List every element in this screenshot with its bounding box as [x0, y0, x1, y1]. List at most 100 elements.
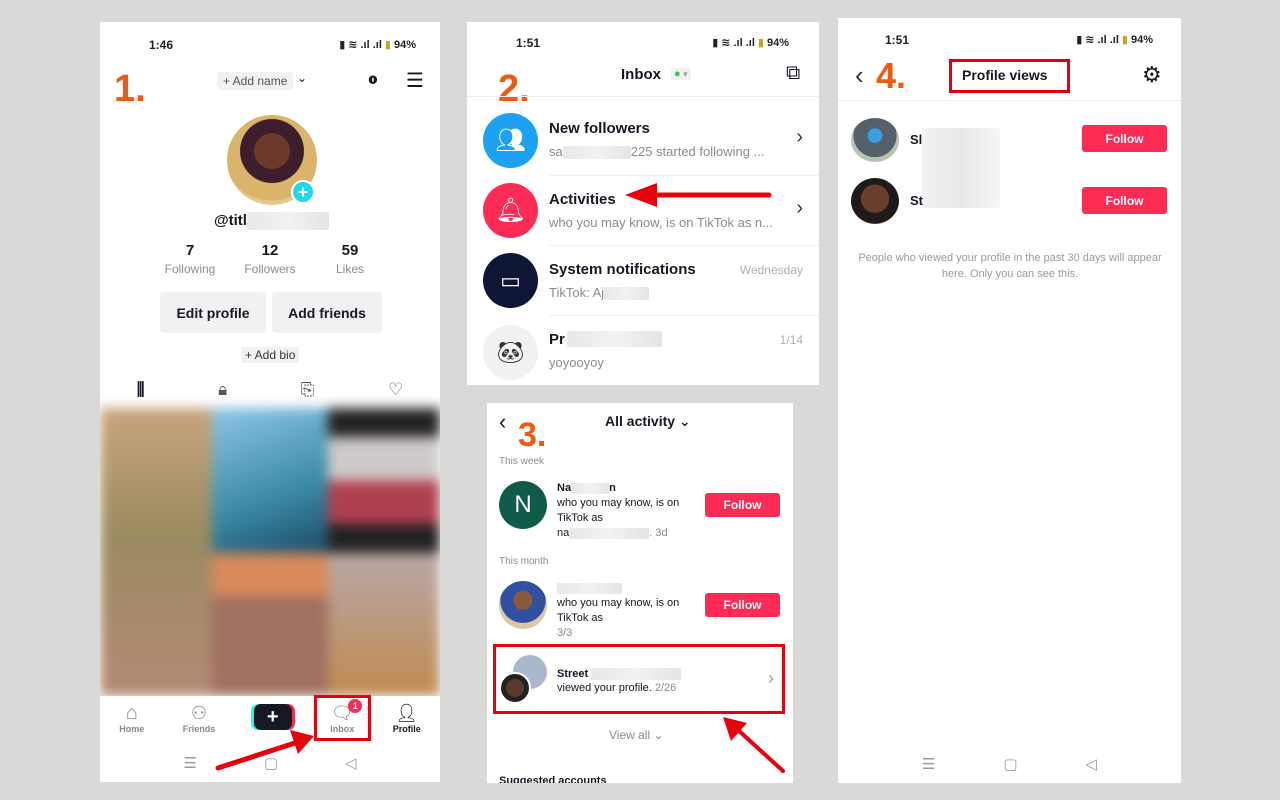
liked-heart-icon[interactable]: ♡ — [388, 380, 403, 400]
annotation-inbox-box — [314, 695, 371, 741]
battery-level: 94% — [766, 36, 789, 49]
back-button-icon[interactable]: ‹ — [855, 60, 864, 91]
profile-views-info: People who viewed your profile in the pa… — [858, 252, 1162, 280]
video-grid-blurred[interactable] — [100, 408, 440, 696]
add-friends-button[interactable]: Add friends — [272, 292, 382, 333]
viewer-name: Sl — [910, 132, 923, 147]
stat-followers[interactable]: 12 Followers — [230, 242, 310, 276]
status-bar-icons: ▮ ≋ .ıl .ıl ▮ 94% — [1076, 33, 1153, 47]
chevron-right-icon: › — [796, 126, 803, 148]
saved-icon[interactable]: ⎘ — [301, 380, 315, 400]
vibrate-icon: ▮ — [712, 37, 719, 49]
recent-apps-icon[interactable]: ☰ — [183, 754, 196, 772]
follow-button[interactable]: Follow — [1082, 125, 1167, 152]
battery-icon: ▮ — [1121, 34, 1128, 46]
battery-icon: ▮ — [757, 37, 764, 49]
online-status-toggle[interactable]: ● ▾ — [671, 68, 691, 80]
bell-icon: 🔔︎ — [483, 183, 538, 238]
menu-icon[interactable]: ☰ — [406, 68, 424, 93]
wifi-icon: ≋ — [1085, 34, 1095, 46]
status-time: 1:51 — [516, 36, 541, 50]
chevron-down-icon: ⌄ — [678, 413, 691, 429]
avatar[interactable] — [499, 581, 547, 629]
inbox-item-new-followers[interactable]: 👥︎ New followers sa 225 started following… — [467, 106, 819, 176]
home-button-icon[interactable]: ▢ — [1003, 755, 1017, 773]
nav-home[interactable]: ⌂ Home — [119, 702, 144, 734]
page-title: Inbox — [621, 66, 661, 83]
battery-icon: ▮ — [384, 39, 391, 51]
redacted-name — [567, 331, 662, 347]
follow-button[interactable]: Follow — [705, 593, 780, 617]
profile-screen: 1:46 ▮ ≋ .ıl .ıl ▮ 94% 1. + Add name ⌄ ߋ… — [100, 22, 440, 782]
back-icon[interactable]: ◁ — [1085, 755, 1097, 773]
status-bar-icons: ▮ ≋ .ıl .ıl ▮ 94% — [339, 38, 416, 52]
profile-views-screen: 1:51 ▮ ≋ .ıl .ıl ▮ 94% ‹ 4. Profile view… — [838, 18, 1181, 783]
add-name-button[interactable]: + Add name — [217, 72, 294, 90]
section-suggested-accounts: Suggested accounts — [499, 775, 607, 783]
follow-button[interactable]: Follow — [1082, 187, 1167, 214]
nav-profile[interactable]: 👤︎ Profile — [393, 702, 421, 734]
edit-profile-button[interactable]: Edit profile — [160, 292, 266, 333]
annotation-profile-view-box — [493, 644, 785, 714]
add-bio-button[interactable]: + Add bio — [241, 347, 300, 363]
annotation-arrow-activities — [625, 183, 772, 207]
follow-button[interactable]: Follow — [705, 493, 780, 517]
viewer-name: St — [910, 193, 923, 208]
battery-level: 94% — [393, 38, 416, 51]
status-bar-icons: ▮ ≋ .ıl .ıl ▮ 94% — [712, 36, 789, 50]
activity-item-text: Na n who you may know, is on TikTok as na… — [557, 482, 680, 539]
divider — [467, 96, 819, 97]
view-all-button[interactable]: View all ⌄ — [609, 728, 664, 742]
inbox-item-chat[interactable]: 🐼︎ Pr 1/14 yoyooyoy — [467, 317, 819, 385]
wifi-icon: ≋ — [721, 37, 731, 49]
step-label: 4. — [876, 55, 907, 96]
settings-gear-icon[interactable]: ⚙︎ — [1142, 62, 1162, 88]
all-activity-screen: ‹ 3. All activity ⌄ This week N Na n who … — [487, 403, 793, 783]
step-label: 3. — [518, 416, 547, 454]
back-icon[interactable]: ◁ — [345, 754, 357, 772]
add-photo-icon[interactable]: + — [291, 180, 315, 204]
status-time: 1:46 — [149, 38, 174, 52]
step-label: 2. — [498, 68, 530, 110]
signal-icon: .ıl .ıl — [733, 36, 755, 49]
step-label: 1. — [114, 68, 146, 110]
wifi-icon: ≋ — [348, 39, 358, 51]
followers-icon: 👥︎ — [483, 113, 538, 168]
stat-following[interactable]: 7 Following — [150, 242, 230, 276]
annotation-arrow-profile-view — [723, 717, 785, 773]
redacted-username — [247, 212, 329, 230]
profile-stats: 7 Following 12 Followers 59 Likes — [150, 242, 390, 276]
home-icon: ⌂ — [125, 702, 138, 724]
vibrate-icon: ▮ — [339, 39, 346, 51]
vibrate-icon: ▮ — [1076, 34, 1083, 46]
divider — [549, 315, 819, 316]
signal-icon: .ıl .ıl — [360, 38, 382, 51]
inbox-item-system-notifications[interactable]: ▭ System notifications Wednesday TikTok:… — [467, 247, 819, 317]
section-this-month: This month — [499, 556, 549, 567]
status-time: 1:51 — [885, 33, 910, 47]
panda-avatar: 🐼︎ — [483, 325, 538, 380]
back-button-icon[interactable]: ‹ — [499, 409, 506, 435]
footprints-icon[interactable]: ߋ — [368, 68, 378, 89]
divider — [838, 100, 1181, 101]
annotation-arrow-inbox — [215, 730, 314, 771]
chevron-down-icon[interactable]: ⌄ — [297, 71, 307, 85]
viewer-avatar[interactable] — [851, 118, 899, 162]
inbox-screen: 1:51 ▮ ≋ .ıl .ıl ▮ 94% 2. Inbox ● ▾ ⧉ 👥︎… — [467, 22, 819, 385]
videos-grid-icon[interactable]: ⫼ — [137, 380, 145, 400]
stat-likes[interactable]: 59 Likes — [310, 242, 390, 276]
profile-icon: 👤︎ — [395, 703, 419, 723]
divider — [549, 175, 819, 176]
battery-level: 94% — [1130, 33, 1153, 46]
viewer-avatar[interactable] — [851, 178, 899, 224]
divider — [549, 245, 819, 246]
avatar[interactable]: N — [499, 481, 547, 529]
system-nav-bar: ☰ ▢ ◁ — [888, 754, 1131, 774]
new-message-icon[interactable]: ⧉ — [786, 62, 800, 85]
activity-filter-dropdown[interactable]: All activity ⌄ — [605, 413, 691, 430]
private-lock-icon[interactable]: 🔒︎ — [218, 380, 227, 400]
section-this-week: This week — [499, 456, 545, 467]
annotation-title-box — [949, 59, 1070, 93]
recent-apps-icon[interactable]: ☰ — [922, 755, 935, 773]
username: @titl — [214, 212, 247, 229]
